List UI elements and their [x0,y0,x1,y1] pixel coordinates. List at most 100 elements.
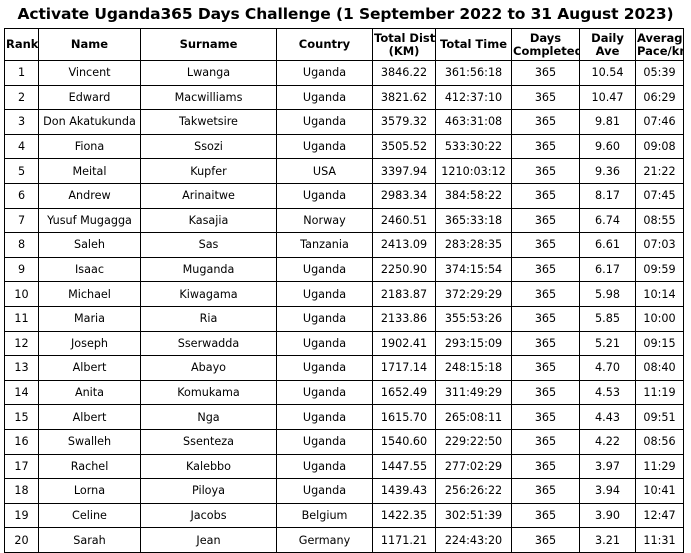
cell-rank[interactable]: 9 [4,256,39,283]
cell-pace[interactable]: 10:41 [635,478,684,504]
cell-rank[interactable]: 5 [4,158,39,184]
cell-rank[interactable]: 8 [4,232,39,258]
cell-time[interactable]: 302:51:39 [435,502,512,529]
cell-rank[interactable]: 2 [4,84,39,111]
cell-country[interactable]: Uganda [276,60,373,86]
cell-days[interactable]: 365 [511,330,580,357]
cell-dist[interactable]: 1422.35 [372,502,436,529]
cell-name[interactable]: Yusuf Mugagga [38,207,141,234]
column-header-surname[interactable]: Surname [140,28,277,61]
cell-time[interactable]: 224:43:20 [435,527,512,553]
cell-rank[interactable]: 10 [4,281,39,307]
cell-ave[interactable]: 6.74 [579,207,636,234]
cell-time[interactable]: 311:49:29 [435,379,512,406]
cell-country[interactable]: Uganda [276,133,373,160]
cell-country[interactable]: Uganda [276,453,373,480]
table-row[interactable]: 16 Swalleh Ssenteza Uganda 1540.60 229:22:50 3… [4,428,684,455]
cell-name[interactable]: Sarah [38,527,141,553]
cell-time[interactable]: 256:26:22 [435,478,512,504]
cell-country[interactable]: Uganda [276,478,373,504]
cell-name[interactable]: Meital [38,158,141,184]
cell-dist[interactable]: 2413.09 [372,232,436,258]
cell-country[interactable]: Norway [276,207,373,234]
cell-pace[interactable]: 09:59 [635,256,684,283]
cell-dist[interactable]: 1439.43 [372,478,436,504]
column-header-pace[interactable]: AveragePace/km [635,28,684,61]
cell-pace[interactable]: 09:08 [635,133,684,160]
cell-dist[interactable]: 1902.41 [372,330,436,357]
cell-ave[interactable]: 9.36 [579,158,636,184]
cell-name[interactable]: Celine [38,502,141,529]
cell-name[interactable]: Anita [38,379,141,406]
cell-name[interactable]: Vincent [38,60,141,86]
cell-rank[interactable]: 19 [4,502,39,529]
cell-dist[interactable]: 1171.21 [372,527,436,553]
cell-rank[interactable]: 12 [4,330,39,357]
column-header-time[interactable]: Total Time [435,28,512,61]
cell-name[interactable]: Maria [38,305,141,332]
cell-days[interactable]: 365 [511,109,580,135]
cell-name[interactable]: Rachel [38,453,141,480]
cell-pace[interactable]: 11:31 [635,527,684,553]
cell-ave[interactable]: 4.22 [579,428,636,455]
cell-surname[interactable]: Kasajia [140,207,277,234]
cell-ave[interactable]: 5.21 [579,330,636,357]
cell-country[interactable]: Uganda [276,84,373,111]
cell-days[interactable]: 365 [511,256,580,283]
cell-surname[interactable]: Sserwadda [140,330,277,357]
cell-days[interactable]: 365 [511,478,580,504]
cell-ave[interactable]: 4.43 [579,404,636,430]
cell-pace[interactable]: 06:29 [635,84,684,111]
cell-ave[interactable]: 3.90 [579,502,636,529]
cell-ave[interactable]: 9.60 [579,133,636,160]
cell-pace[interactable]: 08:40 [635,355,684,381]
cell-name[interactable]: Joseph [38,330,141,357]
cell-ave[interactable]: 10.47 [579,84,636,111]
cell-time[interactable]: 355:53:26 [435,305,512,332]
cell-time[interactable]: 361:56:18 [435,60,512,86]
cell-dist[interactable]: 2460.51 [372,207,436,234]
cell-ave[interactable]: 6.61 [579,232,636,258]
table-row[interactable]: 10 Michael Kiwagama Uganda 2183.87 372:29:29 3… [4,281,684,307]
cell-pace[interactable]: 09:51 [635,404,684,430]
column-header-days[interactable]: Days Completed [511,28,580,61]
cell-country[interactable]: Uganda [276,182,373,209]
cell-dist[interactable]: 2183.87 [372,281,436,307]
cell-time[interactable]: 372:29:29 [435,281,512,307]
cell-country[interactable]: Uganda [276,404,373,430]
table-row[interactable]: 7 Yusuf Mugagga Kasajia Norway 2460.51 365:33… [4,207,684,234]
table-row[interactable]: 14 Anita Komukama Uganda 1652.49 311:49:29 365… [4,379,684,406]
cell-dist[interactable]: 3505.52 [372,133,436,160]
cell-surname[interactable]: Ria [140,305,277,332]
cell-dist[interactable]: 1540.60 [372,428,436,455]
cell-dist[interactable]: 1615.70 [372,404,436,430]
column-header-country[interactable]: Country [276,28,373,61]
cell-rank[interactable]: 7 [4,207,39,234]
cell-ave[interactable]: 3.97 [579,453,636,480]
cell-days[interactable]: 365 [511,207,580,234]
cell-surname[interactable]: Komukama [140,379,277,406]
column-header-name[interactable]: Name [38,28,141,61]
cell-time[interactable]: 374:15:54 [435,256,512,283]
cell-pace[interactable]: 11:19 [635,379,684,406]
cell-time[interactable]: 1210:03:12 [435,158,512,184]
cell-pace[interactable]: 07:45 [635,182,684,209]
cell-ave[interactable]: 5.85 [579,305,636,332]
table-row[interactable]: 15 Albert Nga Uganda 1615.70 265:08:11 365 4.43… [4,404,684,430]
cell-country[interactable]: USA [276,158,373,184]
cell-name[interactable]: Albert [38,404,141,430]
cell-name[interactable]: Michael [38,281,141,307]
cell-ave[interactable]: 9.81 [579,109,636,135]
cell-surname[interactable]: Jean [140,527,277,553]
table-row[interactable]: 13 Albert Abayo Uganda 1717.14 248:15:18 365 4.… [4,355,684,381]
cell-days[interactable]: 365 [511,527,580,553]
cell-ave[interactable]: 6.17 [579,256,636,283]
cell-days[interactable]: 365 [511,428,580,455]
cell-pace[interactable]: 10:00 [635,305,684,332]
table-row[interactable]: 3 Don Akatukunda Takwetsire Uganda 3579.32 46… [4,109,684,135]
table-row[interactable]: 1 Vincent Lwanga Uganda 3846.22 361:56:18 365 1… [4,60,684,86]
table-row[interactable]: 18 Lorna Piloya Uganda 1439.43 256:26:22 365 3.… [4,478,684,504]
cell-name[interactable]: Isaac [38,256,141,283]
cell-days[interactable]: 365 [511,182,580,209]
table-row[interactable]: 6 Andrew Arinaitwe Uganda 2983.34 384:58:22 36… [4,182,684,209]
